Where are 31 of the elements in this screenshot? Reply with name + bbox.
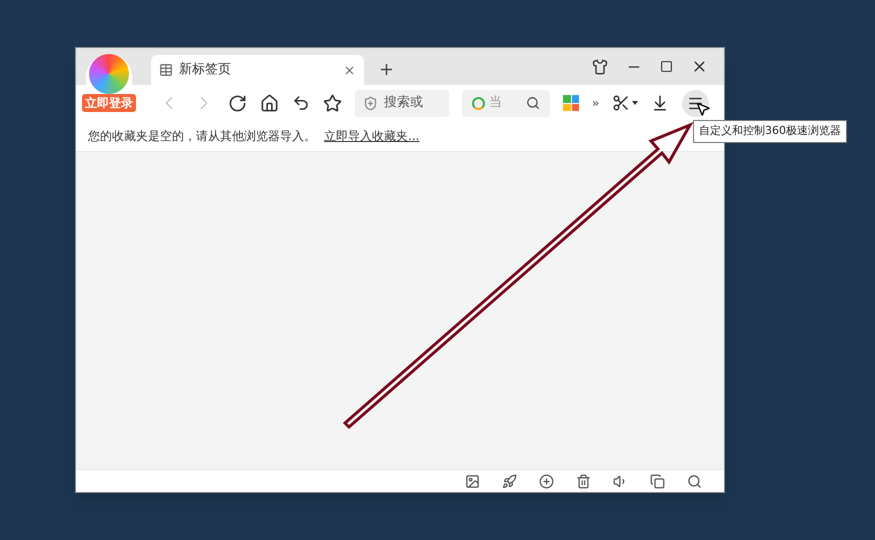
menu-tooltip: 自定义和控制360极速浏览器: [693, 120, 847, 142]
search-icon[interactable]: [687, 474, 702, 488]
rocket-icon[interactable]: [502, 474, 517, 488]
more-chevron[interactable]: »: [592, 94, 600, 112]
import-bookmarks-link[interactable]: 立即导入收藏夹...: [324, 127, 420, 145]
search-engine-icon: [472, 96, 485, 110]
star-icon[interactable]: [323, 94, 342, 112]
bookmarks-empty-message: 您的收藏夹是空的，请从其他浏览器导入。: [88, 128, 316, 145]
home-icon[interactable]: [260, 94, 279, 112]
caret-icon[interactable]: [632, 101, 638, 105]
shield-icon: [363, 96, 378, 110]
browser-logo-icon[interactable]: [86, 54, 132, 94]
shirt-icon[interactable]: [592, 58, 608, 74]
close-tab-icon[interactable]: [343, 64, 356, 76]
scissors-icon[interactable]: [612, 94, 630, 112]
apps-icon[interactable]: [563, 95, 579, 111]
undo-icon[interactable]: [292, 94, 310, 112]
trash-icon[interactable]: [576, 474, 591, 488]
menu-button[interactable]: [682, 90, 710, 116]
address-field[interactable]: 搜索或: [355, 90, 449, 116]
search-icon[interactable]: [526, 96, 540, 110]
browser-tab[interactable]: 新标签页: [151, 55, 364, 85]
image-icon[interactable]: [465, 474, 480, 488]
mouse-cursor-icon: [695, 101, 711, 117]
reload-icon[interactable]: [228, 94, 247, 112]
grid-icon: [159, 63, 173, 77]
new-tab-icon[interactable]: [378, 61, 395, 78]
screenshot-tool[interactable]: [612, 94, 638, 112]
tab-title: 新标签页: [179, 61, 232, 80]
plus-circle-icon[interactable]: [539, 474, 554, 488]
maximize-icon[interactable]: [660, 60, 673, 73]
